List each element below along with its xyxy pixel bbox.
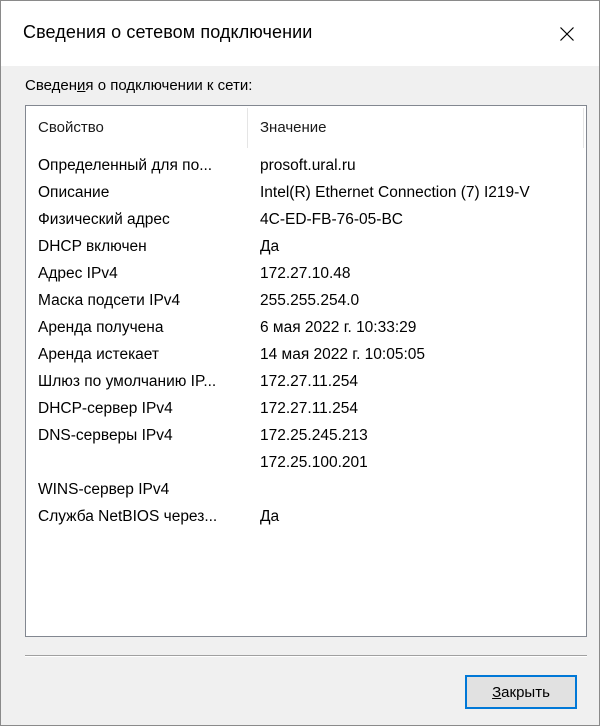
connection-details-label: Сведения о подключении к сети: [25, 77, 252, 95]
property-name: Физический адрес [38, 211, 170, 228]
list-item[interactable]: Шлюз по умолчанию IP... 172.27.11.254 [26, 368, 586, 395]
property-value: Intel(R) Ethernet Connection (7) I219-V [260, 184, 530, 201]
list-item[interactable]: DHCP-сервер IPv4 172.27.11.254 [26, 395, 586, 422]
label-part-2: я о подключении к сети: [85, 77, 253, 94]
property-name: Шлюз по умолчанию IP... [38, 373, 217, 390]
property-value: 14 мая 2022 г. 10:05:05 [260, 346, 426, 363]
list-item[interactable]: Адрес IPv4 172.27.10.48 [26, 260, 586, 287]
list-item[interactable]: WINS-сервер IPv4 [26, 476, 586, 503]
window-title: Сведения о сетевом подключении [23, 22, 313, 42]
list-header: Свойство Значение [26, 106, 586, 150]
property-name: Адрес IPv4 [38, 265, 118, 282]
label-part-1: Сведен [25, 77, 78, 94]
list-item[interactable]: Описание Intel(R) Ethernet Connection (7)… [26, 179, 586, 206]
property-value: Да [260, 238, 280, 255]
list-item[interactable]: 172.25.100.201 [26, 449, 586, 476]
divider-line [25, 655, 587, 657]
title-bar: Сведения о сетевом подключении [1, 1, 599, 66]
column-divider[interactable] [247, 108, 248, 148]
column-header-value[interactable]: Значение [260, 106, 572, 150]
property-name: Описание [38, 184, 110, 201]
property-value: Да [260, 508, 280, 525]
property-name: Аренда получена [38, 319, 164, 336]
focus-rect [468, 678, 574, 706]
property-name: WINS-сервер IPv4 [38, 481, 170, 498]
list-item[interactable]: Служба NetBIOS через... Да [26, 503, 586, 530]
property-value: 172.27.11.254 [260, 400, 358, 417]
list-item[interactable]: Аренда получена 6 мая 2022 г. 10:33:29 [26, 314, 586, 341]
property-value: 172.25.100.201 [260, 454, 368, 471]
property-value: 172.27.11.254 [260, 373, 358, 390]
list-item[interactable]: DNS-серверы IPv4 172.25.245.213 [26, 422, 586, 449]
property-value: 6 мая 2022 г. 10:33:29 [260, 319, 417, 336]
property-value: 172.27.10.48 [260, 265, 351, 282]
property-name: Аренда истекает [38, 346, 160, 363]
close-window-button[interactable] [535, 1, 599, 66]
property-name: Служба NetBIOS через... [38, 508, 218, 525]
property-value: 172.25.245.213 [260, 427, 368, 444]
column-header-property[interactable]: Свойство [38, 106, 246, 150]
list-item[interactable]: DHCP включен Да [26, 233, 586, 260]
list-item[interactable]: Маска подсети IPv4 255.255.254.0 [26, 287, 586, 314]
list-item[interactable]: Физический адрес 4C-ED-FB-76-05-BC [26, 206, 586, 233]
property-name: Маска подсети IPv4 [38, 292, 181, 309]
property-name: DHCP включен [38, 238, 147, 255]
property-name: Определенный для по... [38, 157, 213, 174]
column-divider[interactable] [583, 108, 584, 148]
close-icon [560, 26, 574, 41]
property-value: 255.255.254.0 [260, 292, 360, 309]
list-item[interactable]: Определенный для по... prosoft.ural.ru [26, 152, 586, 179]
close-button[interactable]: Закрыть [465, 675, 577, 709]
network-connection-details-dialog: Сведения о сетевом подключении Сведения … [0, 0, 600, 726]
property-value: prosoft.ural.ru [260, 157, 356, 174]
list-item[interactable]: Аренда истекает 14 мая 2022 г. 10:05:05 [26, 341, 586, 368]
property-name: DHCP-сервер IPv4 [38, 400, 173, 417]
details-list[interactable]: Свойство Значение Определенный для по...… [25, 105, 587, 637]
property-value: 4C-ED-FB-76-05-BC [260, 211, 403, 228]
list-rows: Определенный для по... prosoft.ural.ru Опи… [26, 152, 586, 530]
property-name: DNS-серверы IPv4 [38, 427, 173, 444]
